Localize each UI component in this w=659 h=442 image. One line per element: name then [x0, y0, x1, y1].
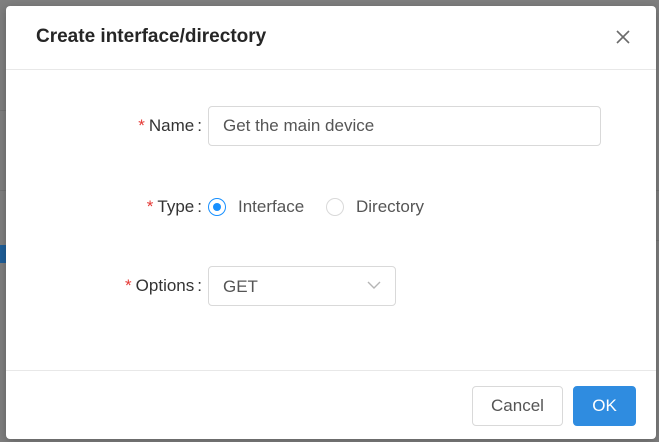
required-mark: * [146, 197, 154, 216]
dialog-header: Create interface/directory [6, 6, 656, 70]
radio-interface[interactable]: Interface [208, 187, 304, 227]
radio-interface-label: Interface [238, 197, 305, 216]
required-mark: * [125, 276, 132, 295]
cancel-button[interactable]: Cancel [472, 386, 563, 426]
dialog-footer: Cancel OK [6, 370, 656, 439]
name-input[interactable] [208, 106, 601, 146]
method-select[interactable]: GET [208, 266, 396, 306]
options-label-text: Options [135, 276, 195, 295]
options-row: * Options: GET [6, 266, 656, 306]
name-label: * Name: [138, 116, 202, 135]
type-row: * Type: Interface Directory [6, 187, 656, 227]
close-button[interactable] [614, 28, 632, 46]
radio-unchecked-icon [326, 198, 344, 216]
name-label-text: Name [148, 116, 195, 135]
method-select-value: GET [223, 277, 258, 296]
radio-directory[interactable]: Directory [326, 187, 424, 227]
dialog-title: Create interface/directory [36, 26, 267, 47]
type-label: * Type: [146, 197, 202, 216]
close-icon [616, 30, 630, 44]
required-mark: * [138, 116, 145, 135]
chevron-down-icon [367, 281, 381, 289]
name-row: * Name: [6, 106, 656, 146]
radio-checked-icon [208, 198, 226, 216]
create-dialog: Create interface/directory *Name: *Type:… [6, 6, 656, 439]
options-label: * Options: [125, 276, 202, 295]
radio-directory-label: Directory [356, 197, 425, 216]
type-label-text: Type [157, 197, 195, 216]
ok-button[interactable]: OK [573, 386, 636, 426]
